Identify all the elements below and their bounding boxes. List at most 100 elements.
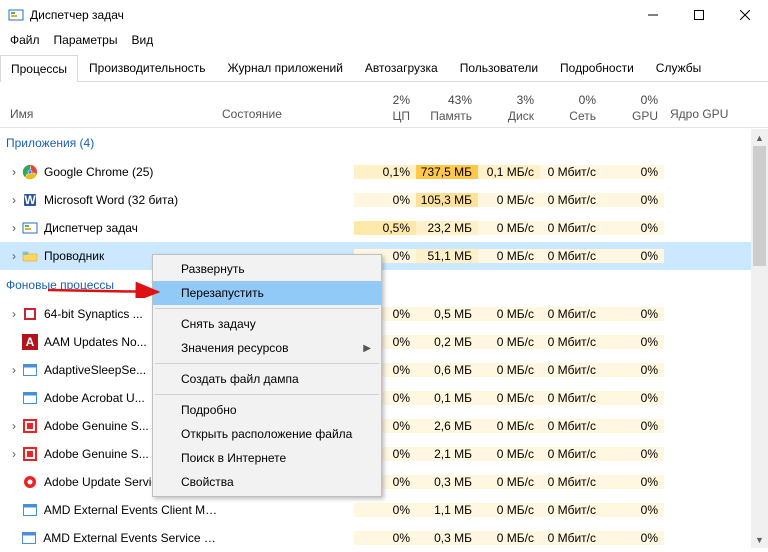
maximize-button[interactable] bbox=[676, 0, 722, 30]
process-row[interactable]: › Google Chrome (25) 0,1% 737,5 МБ 0,1 М… bbox=[0, 158, 768, 186]
expand-icon[interactable]: › bbox=[8, 193, 20, 207]
process-icon bbox=[22, 418, 38, 434]
context-menu-item[interactable]: Снять задачу bbox=[153, 312, 381, 336]
cell-net: 0 Мбит/с bbox=[540, 221, 602, 235]
process-icon bbox=[22, 220, 38, 236]
process-name: Проводник bbox=[44, 249, 104, 263]
col-cpu[interactable]: 2%ЦП bbox=[354, 93, 416, 127]
cell-net: 0 Мбит/с bbox=[540, 165, 602, 179]
expand-icon[interactable]: › bbox=[8, 165, 20, 179]
menu-file[interactable]: Файл bbox=[10, 33, 40, 47]
process-name: Adobe Acrobat U... bbox=[44, 391, 145, 405]
context-menu-item[interactable]: Открыть расположение файла bbox=[153, 422, 381, 446]
context-menu-item[interactable]: Свойства bbox=[153, 470, 381, 494]
tab-performance[interactable]: Производительность bbox=[78, 54, 216, 81]
process-row[interactable]: AMD External Events Client Mo... 0% 1,1 … bbox=[0, 496, 768, 524]
context-menu-item[interactable]: Поиск в Интернете bbox=[153, 446, 381, 470]
process-row[interactable]: › Adobe Genuine S... 0% 2,6 МБ 0 МБ/с 0 … bbox=[0, 412, 768, 440]
context-menu-item[interactable]: Перезапустить bbox=[153, 281, 381, 305]
cell-mem: 737,5 МБ bbox=[416, 165, 478, 179]
process-name: Adobe Genuine S... bbox=[44, 419, 149, 433]
process-name: AMD External Events Client Mo... bbox=[44, 503, 218, 517]
col-disk[interactable]: 3%Диск bbox=[478, 93, 540, 127]
tab-startup[interactable]: Автозагрузка bbox=[354, 54, 449, 81]
tab-app-history[interactable]: Журнал приложений bbox=[217, 54, 354, 81]
scroll-up-button[interactable]: ▲ bbox=[751, 129, 768, 146]
process-row[interactable]: Adobe Acrobat U... 0% 0,1 МБ 0 МБ/с 0 Мб… bbox=[0, 384, 768, 412]
annotation-arrow bbox=[46, 270, 166, 298]
scroll-thumb[interactable] bbox=[753, 146, 766, 266]
cell-cpu: 0,5% bbox=[354, 221, 416, 235]
cell-mem: 105,3 МБ bbox=[416, 193, 478, 207]
tab-processes[interactable]: Процессы bbox=[0, 55, 78, 82]
context-menu-item[interactable]: Подробно bbox=[153, 398, 381, 422]
expand-icon[interactable]: › bbox=[8, 419, 20, 433]
expand-icon[interactable]: › bbox=[8, 221, 20, 235]
cell-disk: 0 МБ/с bbox=[478, 307, 540, 321]
col-gpu[interactable]: 0%GPU bbox=[602, 93, 664, 127]
process-row[interactable]: › Проводник 0% 51,1 МБ 0 МБ/с 0 Мбит/с 0… bbox=[0, 242, 768, 270]
cell-disk: 0,1 МБ/с bbox=[478, 165, 540, 179]
scroll-down-button[interactable]: ▼ bbox=[751, 531, 768, 548]
process-row[interactable]: › AdaptiveSleepSe... 0% 0,6 МБ 0 МБ/с 0 … bbox=[0, 356, 768, 384]
context-menu-separator bbox=[155, 394, 379, 395]
process-row[interactable]: Adobe Update Service (32 бита) 0% 0,3 МБ… bbox=[0, 468, 768, 496]
process-row[interactable]: A AAM Updates No... 0% 0,2 МБ 0 МБ/с 0 М… bbox=[0, 328, 768, 356]
tab-services[interactable]: Службы bbox=[645, 54, 712, 81]
svg-text:A: A bbox=[26, 335, 35, 349]
cell-cpu: 0% bbox=[354, 531, 416, 545]
cell-gpu: 0% bbox=[602, 447, 664, 461]
expand-icon[interactable]: › bbox=[8, 307, 20, 321]
col-state[interactable]: Состояние bbox=[218, 107, 354, 127]
tab-users[interactable]: Пользователи bbox=[449, 54, 549, 81]
cell-net: 0 Мбит/с bbox=[540, 503, 602, 517]
expand-icon[interactable]: › bbox=[8, 363, 20, 377]
expand-icon[interactable]: › bbox=[8, 249, 20, 263]
minimize-button[interactable] bbox=[630, 0, 676, 30]
cell-mem: 0,6 МБ bbox=[416, 363, 478, 377]
cell-disk: 0 МБ/с bbox=[478, 447, 540, 461]
window-title: Диспетчер задач bbox=[30, 8, 630, 22]
menubar: Файл Параметры Вид bbox=[0, 30, 768, 50]
process-row[interactable]: › Диспетчер задач 0,5% 23,2 МБ 0 МБ/с 0 … bbox=[0, 214, 768, 242]
cell-gpu: 0% bbox=[602, 221, 664, 235]
process-icon: W bbox=[22, 192, 38, 208]
process-icon bbox=[22, 390, 38, 406]
cell-gpu: 0% bbox=[602, 531, 664, 545]
context-menu: Развернуть Перезапустить Снять задачу Зн… bbox=[152, 254, 382, 497]
vertical-scrollbar[interactable]: ▲ ▼ bbox=[751, 129, 768, 548]
tab-details[interactable]: Подробности bbox=[549, 54, 645, 81]
col-name[interactable]: Имя bbox=[0, 107, 218, 127]
process-name: AAM Updates No... bbox=[44, 335, 147, 349]
cell-gpu: 0% bbox=[602, 249, 664, 263]
menu-view[interactable]: Вид bbox=[131, 33, 153, 47]
context-menu-item[interactable]: Значения ресурсов ▶ bbox=[153, 336, 381, 360]
expand-icon[interactable]: › bbox=[8, 447, 20, 461]
col-net[interactable]: 0%Сеть bbox=[540, 93, 602, 127]
cell-net: 0 Мбит/с bbox=[540, 391, 602, 405]
col-memory[interactable]: 43%Память bbox=[416, 93, 478, 127]
process-row[interactable]: › 64-bit Synaptics ... 0% 0,5 МБ 0 МБ/с … bbox=[0, 300, 768, 328]
cell-mem: 0,3 МБ bbox=[416, 531, 478, 545]
tabbar: Процессы Производительность Журнал прило… bbox=[0, 54, 768, 82]
cell-net: 0 Мбит/с bbox=[540, 475, 602, 489]
cell-cpu: 0,1% bbox=[354, 165, 416, 179]
close-button[interactable] bbox=[722, 0, 768, 30]
cell-cpu: 0% bbox=[354, 503, 416, 517]
process-icon bbox=[22, 306, 38, 322]
col-gpu-engine[interactable]: Ядро GPU bbox=[664, 107, 730, 127]
cell-gpu: 0% bbox=[602, 419, 664, 433]
cell-net: 0 Мбит/с bbox=[540, 335, 602, 349]
cell-gpu: 0% bbox=[602, 503, 664, 517]
context-menu-item[interactable]: Развернуть bbox=[153, 257, 381, 281]
context-menu-item[interactable]: Создать файл дампа bbox=[153, 367, 381, 391]
window-controls bbox=[630, 0, 768, 30]
group-apps[interactable]: Приложения (4) bbox=[0, 128, 768, 158]
process-row[interactable]: › W Microsoft Word (32 бита) 0% 105,3 МБ… bbox=[0, 186, 768, 214]
process-icon bbox=[22, 164, 38, 180]
cell-disk: 0 МБ/с bbox=[478, 391, 540, 405]
menu-params[interactable]: Параметры bbox=[54, 33, 118, 47]
process-row[interactable]: › Adobe Genuine S... 0% 2,1 МБ 0 МБ/с 0 … bbox=[0, 440, 768, 468]
process-list: Приложения (4) › Google Chrome (25) 0,1%… bbox=[0, 128, 768, 552]
cell-mem: 2,1 МБ bbox=[416, 447, 478, 461]
